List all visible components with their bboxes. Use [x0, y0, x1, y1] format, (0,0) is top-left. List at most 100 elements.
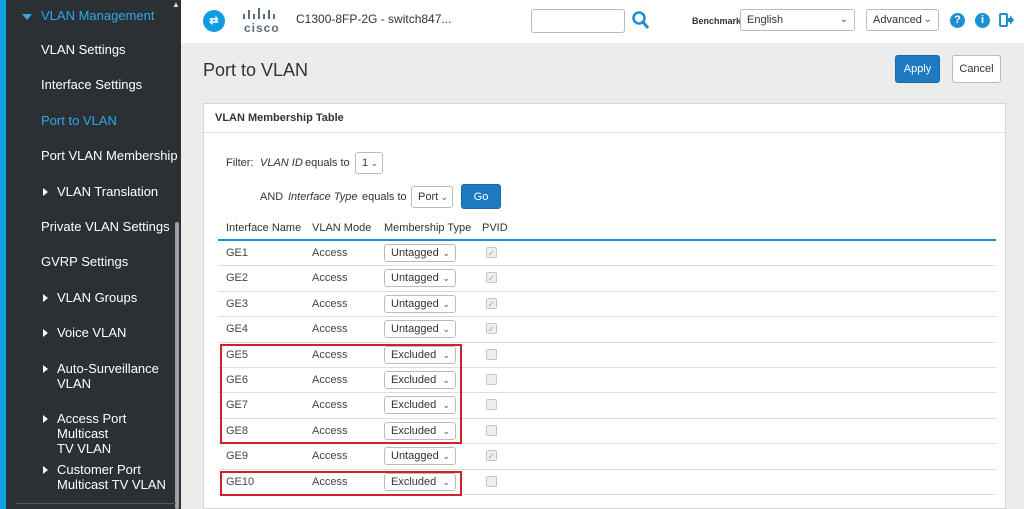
table-row: GE4 Access Untagged ⌄ ✓: [218, 317, 996, 343]
vlan-membership-panel: VLAN Membership Table Filter: VLAN ID eq…: [203, 103, 1006, 509]
sidebar-item[interactable]: Customer Port Multicast TV VLAN: [57, 462, 166, 492]
scroll-up-icon[interactable]: ▲: [172, 0, 180, 9]
benchmark-label: Benchmark: [692, 16, 742, 26]
sidebar-accent-bar: [0, 0, 6, 509]
pvid-checkbox[interactable]: [486, 424, 497, 436]
sidebar-item[interactable]: Access Port Multicast TV VLAN: [57, 411, 181, 456]
language-select[interactable]: English ⌄: [740, 9, 855, 31]
chevron-down-icon: ⌄: [839, 14, 848, 25]
caret-right-icon: [43, 188, 48, 196]
sidebar-item[interactable]: Port VLAN Membership: [41, 148, 178, 163]
vlan-membership-table: Interface Name VLAN Mode Membership Type…: [218, 217, 996, 495]
caret-right-icon: [43, 365, 48, 373]
membership-type-select[interactable]: Untagged ⌄: [384, 320, 456, 339]
table-row: GE7 Access Excluded ⌄: [218, 393, 996, 419]
chevron-down-icon: ⌄: [442, 248, 450, 258]
panel-title: VLAN Membership Table: [215, 112, 344, 124]
vlan-mode-cell: Access: [312, 272, 348, 285]
filter-field-interface-type: Interface Type: [288, 191, 358, 203]
sidebar-item-label: Port VLAN Membership: [41, 148, 178, 163]
pvid-checkbox[interactable]: ✓: [486, 247, 497, 258]
info-icon[interactable]: i: [975, 13, 990, 28]
help-icon[interactable]: ?: [950, 13, 965, 28]
cancel-button[interactable]: Cancel: [952, 55, 1001, 83]
interface-name-cell: GE5: [226, 348, 249, 361]
sidebar-divider: [16, 503, 176, 504]
equals-to-label: equals to: [305, 157, 350, 169]
pvid-checkbox[interactable]: ✓: [486, 323, 497, 335]
sidebar-item-label: Auto-Surveillance VLAN: [57, 361, 159, 391]
pvid-checkbox[interactable]: ✓: [486, 297, 497, 309]
cisco-logo-icon: [243, 8, 275, 19]
membership-type-select[interactable]: Untagged ⌄: [384, 269, 456, 288]
membership-type-select[interactable]: Untagged ⌄: [384, 244, 456, 262]
sidebar-item-label: VLAN Groups: [57, 290, 138, 305]
mode-select[interactable]: Advanced ⌄: [866, 9, 939, 31]
search-icon[interactable]: [632, 10, 650, 30]
vlan-mode-cell: Access: [312, 424, 348, 437]
membership-type-select[interactable]: Excluded ⌄: [384, 396, 456, 415]
chevron-down-icon: ⌄: [442, 349, 450, 360]
apply-button[interactable]: Apply: [895, 55, 940, 83]
sidebar-item[interactable]: VLAN Groups: [57, 290, 137, 305]
sidebar-item[interactable]: Interface Settings: [41, 77, 142, 92]
pvid-checkbox[interactable]: ✓: [486, 272, 497, 284]
sidebar-item[interactable]: Auto-Surveillance VLAN: [57, 361, 159, 391]
chevron-down-icon: ⌄: [442, 298, 450, 309]
pvid-checkbox[interactable]: [486, 399, 497, 411]
chevron-down-icon: ⌄: [442, 425, 450, 436]
search-input[interactable]: [531, 9, 625, 33]
logout-icon[interactable]: [999, 12, 1015, 28]
sidebar-item[interactable]: VLAN Settings: [41, 42, 126, 57]
sidebar-item-label: Voice VLAN: [57, 325, 127, 340]
sidebar-item-label: Private VLAN Settings: [41, 219, 170, 234]
go-button[interactable]: Go: [461, 184, 501, 209]
sidebar-item[interactable]: Port to VLAN: [41, 113, 117, 128]
interface-name-cell: GE7: [226, 399, 249, 412]
sidebar-item-label: VLAN Translation: [57, 184, 159, 199]
sidebar-item[interactable]: VLAN Translation: [57, 184, 158, 199]
pvid-checkbox[interactable]: [486, 475, 497, 487]
chevron-down-icon: ⌄: [442, 451, 450, 462]
pvid-checkbox[interactable]: [486, 348, 497, 360]
caret-right-icon: [43, 329, 48, 337]
pvid-checkbox[interactable]: [486, 373, 497, 385]
membership-type-select[interactable]: Excluded ⌄: [384, 421, 456, 440]
vlan-id-select[interactable]: 1 ⌄: [355, 152, 383, 174]
filter-label: Filter:: [226, 157, 254, 169]
vlan-mode-cell: Access: [312, 373, 348, 386]
vlan-mode-cell: Access: [312, 399, 348, 412]
sidebar-item[interactable]: GVRP Settings: [41, 254, 128, 269]
column-header-membership-type: Membership Type: [384, 222, 472, 234]
pvid-checkbox[interactable]: ✓: [486, 450, 497, 462]
sidebar-item[interactable]: Voice VLAN: [57, 325, 126, 340]
interface-name-cell: GE3: [226, 297, 249, 310]
sidebar-section-vlan-management[interactable]: VLAN Management: [22, 8, 154, 23]
column-header-pvid: PVID: [482, 222, 508, 234]
chevron-down-icon: ⌄: [442, 374, 450, 385]
vlan-mode-cell: Access: [312, 348, 348, 361]
membership-type-select[interactable]: Untagged ⌄: [384, 447, 456, 466]
device-name: C1300-8FP-2G - switch847...: [296, 12, 452, 26]
caret-right-icon: [43, 294, 48, 302]
table-row: GE10 Access Excluded ⌄: [218, 470, 996, 495]
vlan-mode-cell: Access: [312, 475, 348, 488]
membership-type-select[interactable]: Excluded ⌄: [384, 370, 456, 389]
table-row: GE3 Access Untagged ⌄ ✓: [218, 292, 996, 318]
vlan-mode-cell: Access: [312, 450, 348, 463]
app-logo-icon[interactable]: ⇄: [203, 10, 225, 32]
chevron-down-icon: ⌄: [440, 192, 448, 202]
membership-type-select[interactable]: Untagged ⌄: [384, 294, 456, 313]
sidebar-item[interactable]: Private VLAN Settings: [41, 219, 170, 234]
interface-type-select[interactable]: Port ⌄: [411, 186, 453, 208]
panel-divider: [204, 132, 1005, 133]
sidebar-item-label: Interface Settings: [41, 77, 143, 92]
membership-type-select[interactable]: Excluded ⌄: [384, 472, 456, 491]
membership-type-select[interactable]: Excluded ⌄: [384, 345, 456, 364]
and-label: AND: [260, 191, 284, 203]
sidebar-scrollbar[interactable]: [175, 222, 179, 509]
vlan-mode-cell: Access: [312, 323, 348, 336]
caret-down-icon: [22, 13, 32, 20]
interface-name-cell: GE10: [226, 475, 255, 488]
vlan-mode-cell: Access: [312, 297, 348, 310]
